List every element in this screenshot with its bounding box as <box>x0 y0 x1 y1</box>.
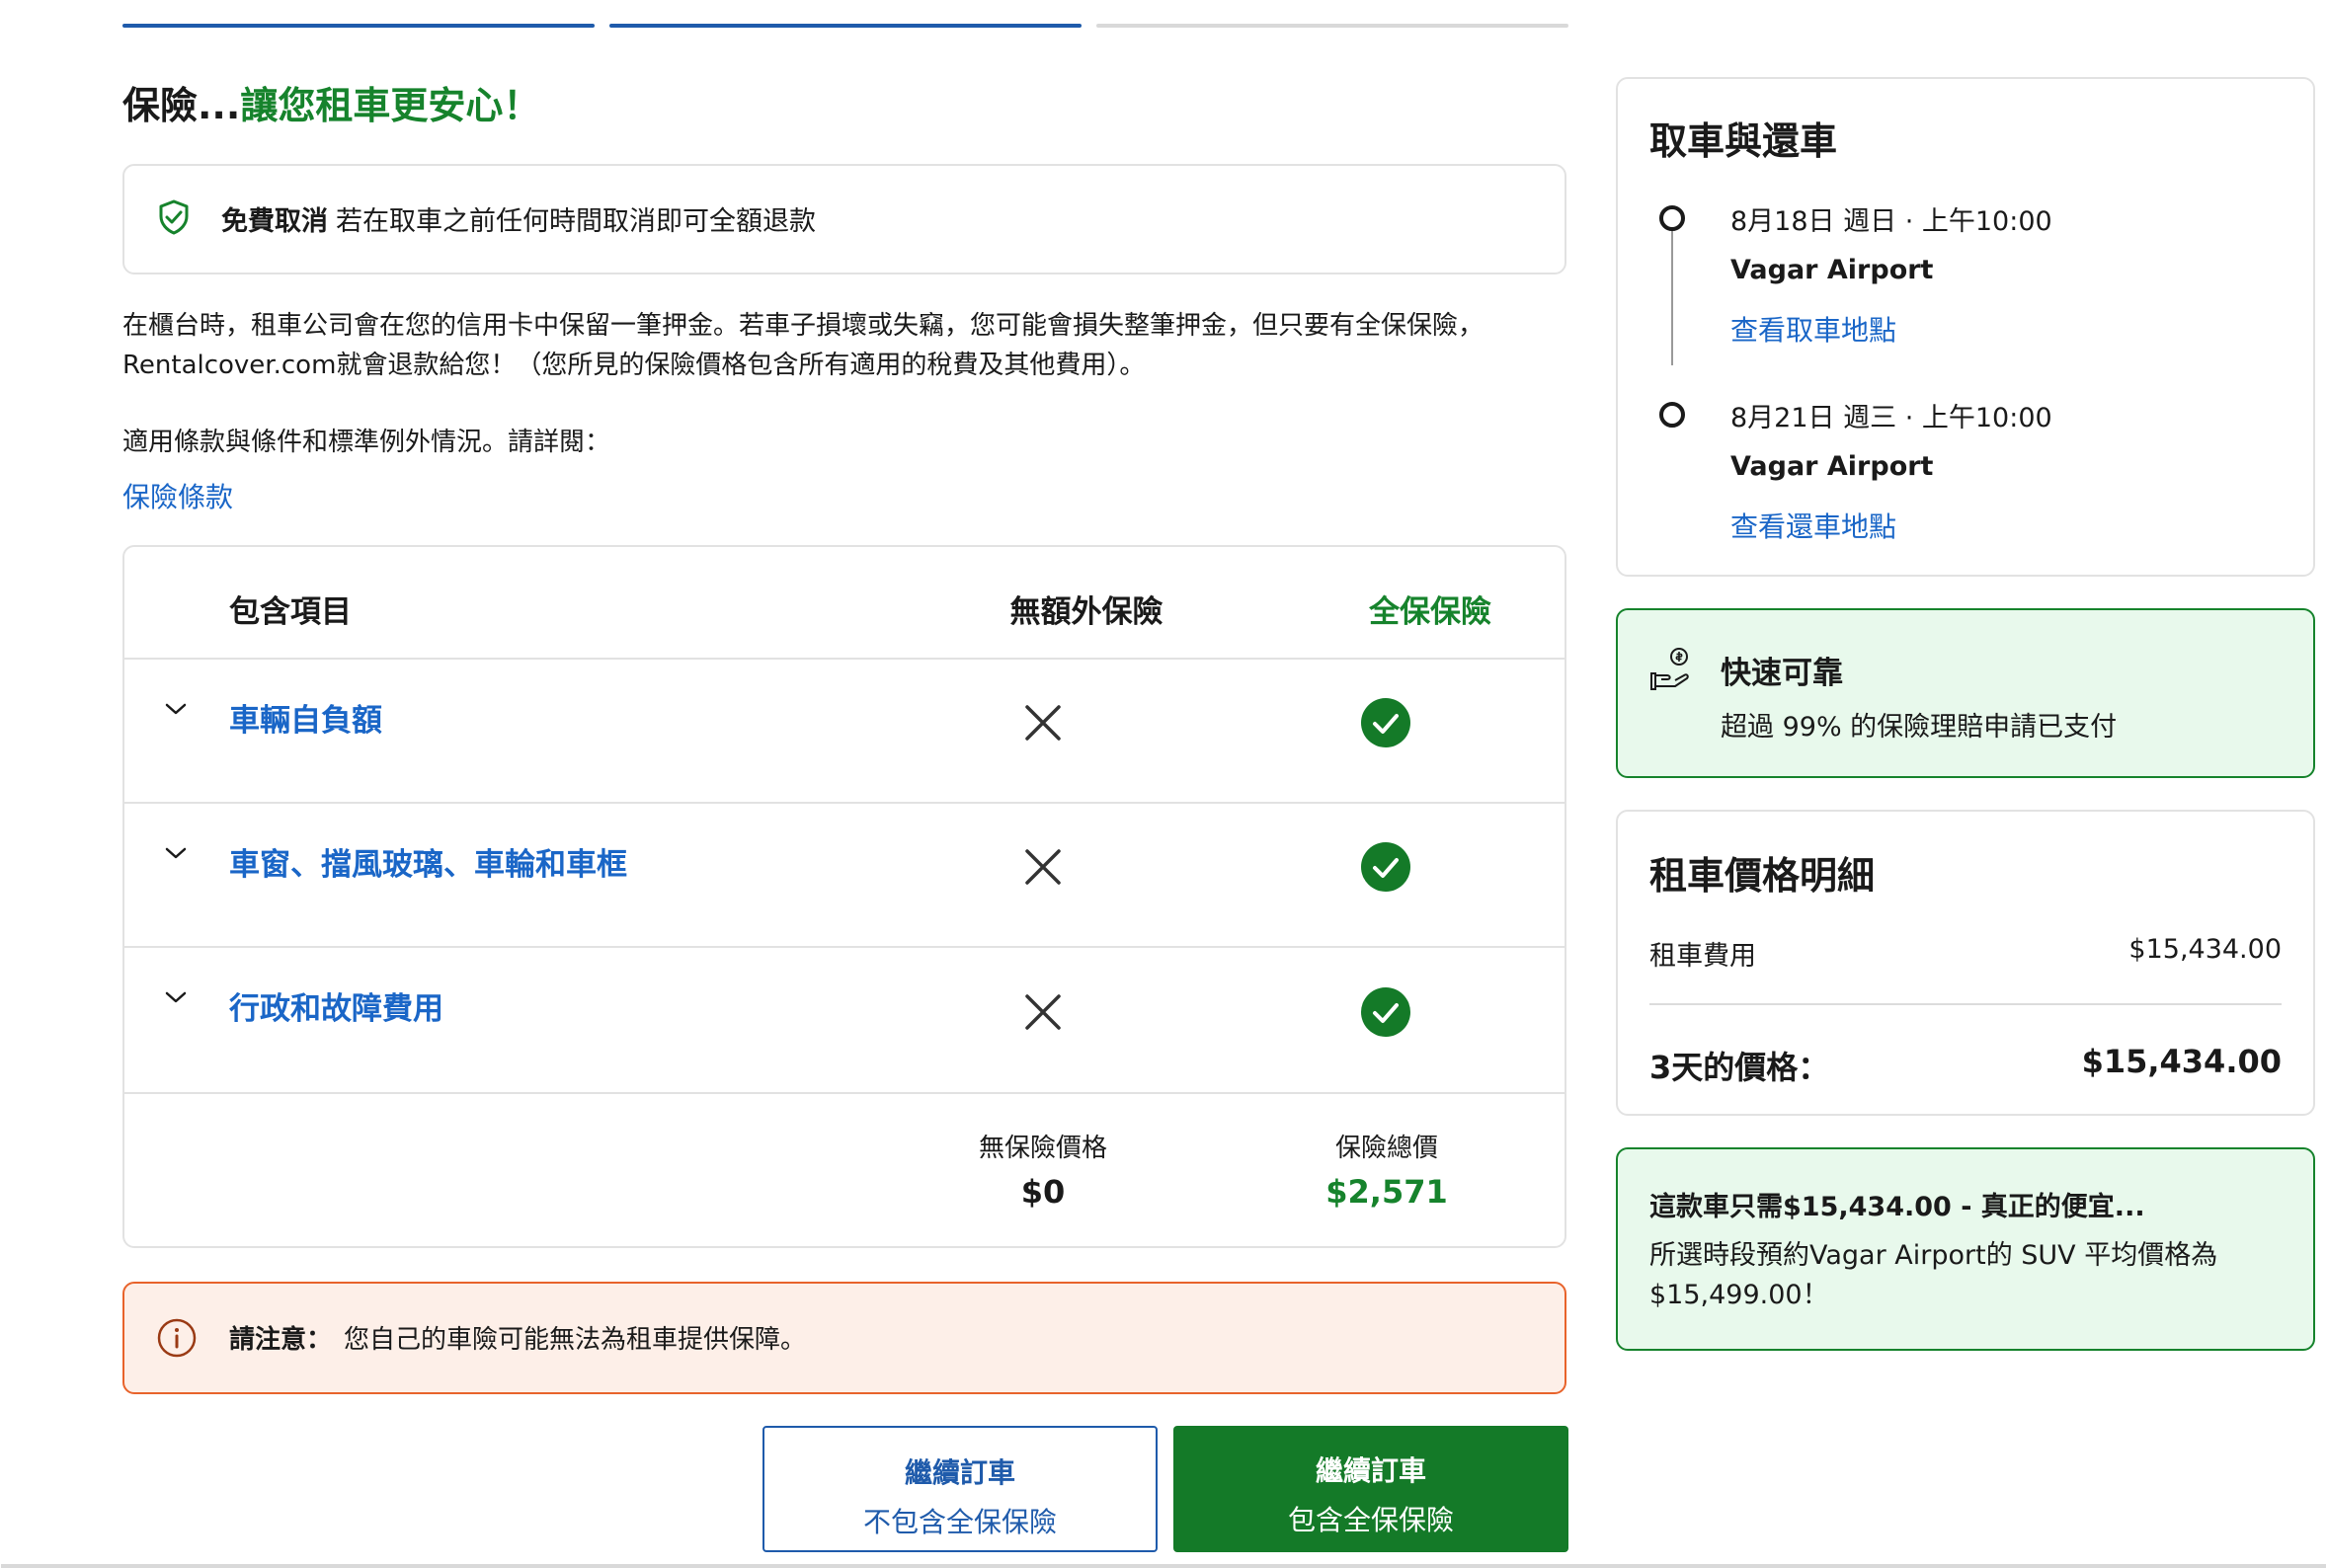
dropoff-datetime: 8月21日 週三 · 上午10:00 <box>1730 403 2052 433</box>
button-line2: 包含全保保險 <box>1287 1504 1454 1536</box>
button-line1: 繼續訂車 <box>1315 1454 1426 1487</box>
view-pickup-location-link[interactable]: 查看取車地點 <box>1730 309 1896 349</box>
no-cover-price-label: 無保險價格 <box>978 1134 1107 1163</box>
coverage-row-excess[interactable]: 車輛自負額 <box>229 695 382 740</box>
progress-step-1 <box>122 24 595 28</box>
terms-intro: 適用條款與條件和標準例外情況。請詳閱： <box>122 428 611 457</box>
rental-fee-value: $15,434.00 <box>2128 934 2282 965</box>
pickup-datetime: 8月18日 週日 · 上午10:00 <box>1730 206 2052 237</box>
button-line1: 繼續訂車 <box>904 1456 1015 1489</box>
reliable-title: 快速可靠 <box>1721 656 1843 691</box>
title-prefix: 保險... <box>122 84 241 127</box>
timeline-line <box>1671 227 1673 365</box>
free-cancellation-banner: 免費取消 若在取車之前任何時間取消即可全額退款 <box>122 164 1566 274</box>
deal-text: 所選時段預約Vagar Airport的 SUV 平均價格為 $15,499.0… <box>1649 1240 2218 1310</box>
rental-fee-label: 租車費用 <box>1649 941 1756 972</box>
coverage-table: 包含項目 無額外保險 全保保險 車輛自負額 車窗、擋風玻璃、車輪和車框 行政和故… <box>122 545 1566 1248</box>
pickup-return-card: 取車與還車 8月18日 週日 · 上午10:00 Vagar Airport 查… <box>1616 77 2315 577</box>
button-line2: 不包含全保保險 <box>862 1506 1057 1538</box>
cross-icon <box>1023 992 1063 1036</box>
notice-label: 請注意： <box>229 1325 333 1355</box>
free-cancel-text: 若在取車之前任何時間取消即可全額退款 <box>336 206 816 237</box>
col-header-items: 包含項目 <box>229 594 352 630</box>
hand-coin-icon <box>1647 646 1695 697</box>
pickup-location: Vagar Airport <box>1730 255 1934 285</box>
view-dropoff-location-link[interactable]: 查看還車地點 <box>1730 506 1896 545</box>
page-title: 保險...讓您租車更安心！ <box>122 75 540 129</box>
title-highlight: 讓您租車更安心！ <box>240 84 541 127</box>
insurance-description: 在櫃台時，租車公司會在您的信用卡中保留一筆押金。若車子損壞或失竊，您可能會損失整… <box>122 311 1484 380</box>
price-breakdown-title: 租車價格明細 <box>1649 854 1876 898</box>
col-header-no-cover: 無額外保險 <box>1009 594 1164 630</box>
cross-icon <box>1023 703 1063 746</box>
total-price-value: $15,434.00 <box>2081 1043 2282 1080</box>
chevron-down-icon[interactable] <box>164 701 188 721</box>
own-insurance-notice: 請注意： 您自己的車險可能無法為租車提供保障。 <box>122 1282 1566 1394</box>
insurance-terms-link[interactable]: 保險條款 <box>122 476 233 515</box>
pickup-dot <box>1659 205 1685 231</box>
dropoff-dot <box>1659 402 1685 428</box>
cross-icon <box>1023 847 1063 891</box>
full-cover-price-label: 保險總價 <box>1334 1134 1438 1163</box>
full-cover-price: $2,571 <box>1325 1173 1448 1211</box>
reliable-claims-card: 快速可靠 超過 99% 的保險理賠申請已支付 <box>1616 608 2315 778</box>
deal-card: 這款車只需$15,434.00 - 真正的便宜... 所選時段預約Vagar A… <box>1616 1147 2315 1351</box>
coverage-row-admin-fees[interactable]: 行政和故障費用 <box>229 983 443 1028</box>
col-header-full-cover: 全保保險 <box>1369 594 1491 630</box>
deal-title: 這款車只需$15,434.00 - 真正的便宜... <box>1649 1192 2145 1222</box>
progress-step-2 <box>609 24 1082 28</box>
free-cancel-label: 免費取消 <box>221 206 328 237</box>
continue-without-cover-button[interactable]: 繼續訂車 不包含全保保險 <box>762 1426 1158 1552</box>
page-bottom-edge <box>1 1564 2326 1568</box>
chevron-down-icon[interactable] <box>164 845 188 865</box>
chevron-down-icon[interactable] <box>164 989 188 1009</box>
check-circle-icon <box>1361 842 1410 896</box>
check-circle-icon <box>1361 987 1410 1041</box>
progress-step-3 <box>1096 24 1568 28</box>
coverage-row-glass-wheels[interactable]: 車窗、擋風玻璃、車輪和車框 <box>229 839 627 884</box>
divider <box>1649 1003 2282 1005</box>
no-cover-price: $0 <box>1020 1173 1066 1211</box>
check-circle-icon <box>1361 698 1410 751</box>
dropoff-location: Vagar Airport <box>1730 451 1934 482</box>
shield-check-icon <box>158 199 190 239</box>
reliable-text: 超過 99% 的保險理賠申請已支付 <box>1721 712 2118 743</box>
notice-text: 您自己的車險可能無法為租車提供保障。 <box>344 1325 807 1355</box>
price-breakdown-card: 租車價格明細 租車費用 $15,434.00 3天的價格： $15,434.00 <box>1616 810 2315 1116</box>
total-price-label: 3天的價格： <box>1649 1049 1830 1086</box>
continue-with-cover-button[interactable]: 繼續訂車 包含全保保險 <box>1173 1426 1568 1552</box>
info-icon <box>156 1317 198 1363</box>
pickup-return-title: 取車與還車 <box>1649 119 1838 163</box>
